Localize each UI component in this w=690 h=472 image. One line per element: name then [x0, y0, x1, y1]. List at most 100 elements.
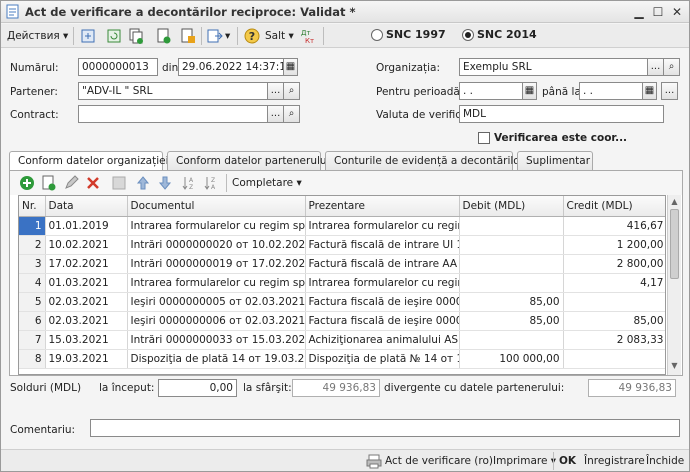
cell-nr: 3 [19, 254, 46, 274]
svg-text:A: A [189, 177, 194, 184]
table-row[interactable]: 6 02.03.2021 Ieşiri 0000000006 от 02.03.… [19, 311, 665, 331]
perioada-select-button[interactable]: ... [661, 82, 678, 100]
move-up-icon[interactable] [134, 174, 152, 192]
cell-credit: 1 200,00 [563, 235, 665, 255]
cell-credit: 2 083,33 [563, 330, 665, 350]
post-icon[interactable] [79, 27, 97, 45]
cell-data: 15.03.2021 [45, 330, 128, 350]
delete-icon[interactable] [84, 174, 102, 192]
tab-conturile-evidenta[interactable]: Conturile de evidență a decontărilor [325, 151, 524, 171]
cell-documentul: Intrări 0000000019 от 17.02.2021 ... [127, 254, 306, 274]
copy-icon[interactable] [127, 27, 145, 45]
numar-field[interactable]: 0000000013 [78, 58, 158, 76]
perioada-from-calendar-icon[interactable]: ▦ [522, 82, 537, 100]
cell-prezentare: Factură fiscală de intrare AA ... [305, 254, 460, 274]
post-document-icon[interactable] [155, 27, 173, 45]
toolbar-separator [73, 27, 74, 45]
din-label: din [162, 62, 179, 74]
date-field[interactable]: 29.06.2022 14:37:13 [178, 58, 284, 76]
window-title: Act de verificare a decontărilor recipro… [25, 5, 356, 19]
cell-credit: 416,67 [563, 216, 665, 236]
organizatia-select-button[interactable]: ... [647, 58, 664, 76]
tab-conform-organizatiei[interactable]: Conform datelor organizației [9, 151, 169, 172]
tab-conform-partenerului[interactable]: Conform datelor partenerului [167, 151, 329, 171]
go-to-dropdown-icon[interactable]: ▾ [225, 27, 230, 45]
cell-data: 19.03.2021 [45, 349, 128, 369]
inregistrare-button[interactable]: Înregistrare [584, 452, 645, 470]
valuta-field[interactable]: MDL [459, 105, 664, 123]
imprimare-menu[interactable]: Imprimare ▾ [493, 452, 556, 470]
unpost-document-icon[interactable] [179, 27, 197, 45]
verificare-checkbox[interactable] [478, 132, 490, 144]
cell-debit: 85,00 [459, 311, 564, 331]
actions-menu[interactable]: Действия ▾ [7, 27, 68, 45]
column-header-prezentare[interactable]: Prezentare [305, 196, 460, 217]
organizatia-search-icon[interactable]: ⌕ [663, 58, 680, 76]
table-row[interactable]: 5 02.03.2021 Ieşiri 0000000005 от 02.03.… [19, 292, 665, 312]
divergente-field: 49 936,83 [588, 379, 676, 397]
cell-debit [459, 273, 564, 293]
minimize-icon[interactable]: ▁ [631, 5, 647, 19]
partener-select-button[interactable]: ... [267, 82, 284, 100]
close-icon[interactable]: ✕ [669, 5, 685, 19]
completare-menu[interactable]: Completare ▾ [232, 174, 302, 192]
help-icon[interactable]: ? [243, 27, 261, 45]
sort-descending-icon[interactable]: ZA [202, 174, 220, 192]
refresh-icon[interactable] [105, 27, 123, 45]
cell-data: 02.03.2021 [45, 292, 128, 312]
tab-suplimentar[interactable]: Suplimentar [517, 151, 593, 171]
cell-debit: 85,00 [459, 292, 564, 312]
table-row[interactable]: 3 17.02.2021 Intrări 0000000019 от 17.02… [19, 254, 665, 274]
column-header-documentul[interactable]: Documentul [127, 196, 306, 217]
cell-debit [459, 216, 564, 236]
la-inceput-label: la început: [99, 382, 155, 394]
la-inceput-field[interactable]: 0,00 [158, 379, 237, 397]
column-header-nr[interactable]: Nr. [19, 196, 46, 217]
table-row[interactable]: 8 19.03.2021 Dispoziţia de plată 14 от 1… [19, 349, 665, 369]
organizatia-field[interactable]: Exemplu SRL [459, 58, 648, 76]
column-header-credit[interactable]: Credit (MDL) [563, 196, 665, 217]
table-row[interactable]: 2 10.02.2021 Intrări 0000000020 от 10.02… [19, 235, 665, 255]
comentariu-field[interactable] [90, 419, 680, 437]
column-header-debit[interactable]: Debit (MDL) [459, 196, 564, 217]
partener-field[interactable]: "ADV-IL " SRL [78, 82, 268, 100]
cell-nr: 7 [19, 330, 46, 350]
scrollbar-thumb[interactable] [670, 209, 679, 279]
snc-2014-radio[interactable] [462, 29, 474, 41]
column-header-data[interactable]: Data [45, 196, 128, 217]
maximize-icon[interactable]: ☐ [650, 5, 666, 19]
perioada-to-calendar-icon[interactable]: ▦ [642, 82, 657, 100]
table-row[interactable]: 1 01.01.2019 Intrarea formularelor cu re… [19, 216, 665, 236]
add-icon[interactable] [18, 174, 36, 192]
dt-kt-icon[interactable]: ДтКт [299, 27, 317, 45]
sort-ascending-icon[interactable]: AZ [180, 174, 198, 192]
perioada-from-field[interactable]: . . [459, 82, 523, 100]
printer-icon [366, 454, 382, 469]
contract-select-button[interactable]: ... [267, 105, 284, 123]
edit-icon[interactable] [62, 174, 80, 192]
snc-1997-radio[interactable] [371, 29, 383, 41]
ok-button[interactable]: OK [559, 452, 576, 470]
cell-nr: 8 [19, 349, 46, 369]
perioada-to-field[interactable]: . . [579, 82, 643, 100]
cell-prezentare: Factura fiscală de ieşire 0000... [305, 292, 460, 312]
scroll-up-icon[interactable]: ▲ [669, 197, 680, 207]
go-to-icon[interactable] [206, 27, 224, 45]
cell-credit: 2 800,00 [563, 254, 665, 274]
move-down-icon[interactable] [156, 174, 174, 192]
act-verificare-button[interactable]: Act de verificare (ro) [385, 452, 493, 470]
contract-search-icon[interactable]: ⌕ [283, 105, 300, 123]
copy-row-icon[interactable] [40, 174, 58, 192]
contract-field[interactable] [78, 105, 268, 123]
table-row[interactable]: 7 15.03.2021 Intrări 0000000033 от 15.03… [19, 330, 665, 350]
salt-menu[interactable]: Salt ▾ [265, 27, 294, 45]
table-scrollbar[interactable]: ▲ ▼ [667, 195, 681, 375]
calendar-icon[interactable]: ▦ [283, 58, 298, 76]
partener-search-icon[interactable]: ⌕ [283, 82, 300, 100]
table-row[interactable]: 4 01.03.2021 Intrarea formularelor cu re… [19, 273, 665, 293]
comentariu-label: Comentariu: [10, 424, 76, 436]
verificare-label: Verificarea este coor... [494, 132, 628, 144]
scroll-down-icon[interactable]: ▼ [669, 361, 680, 371]
inchide-button[interactable]: Închide [646, 452, 684, 470]
end-edit-icon[interactable] [110, 174, 128, 192]
